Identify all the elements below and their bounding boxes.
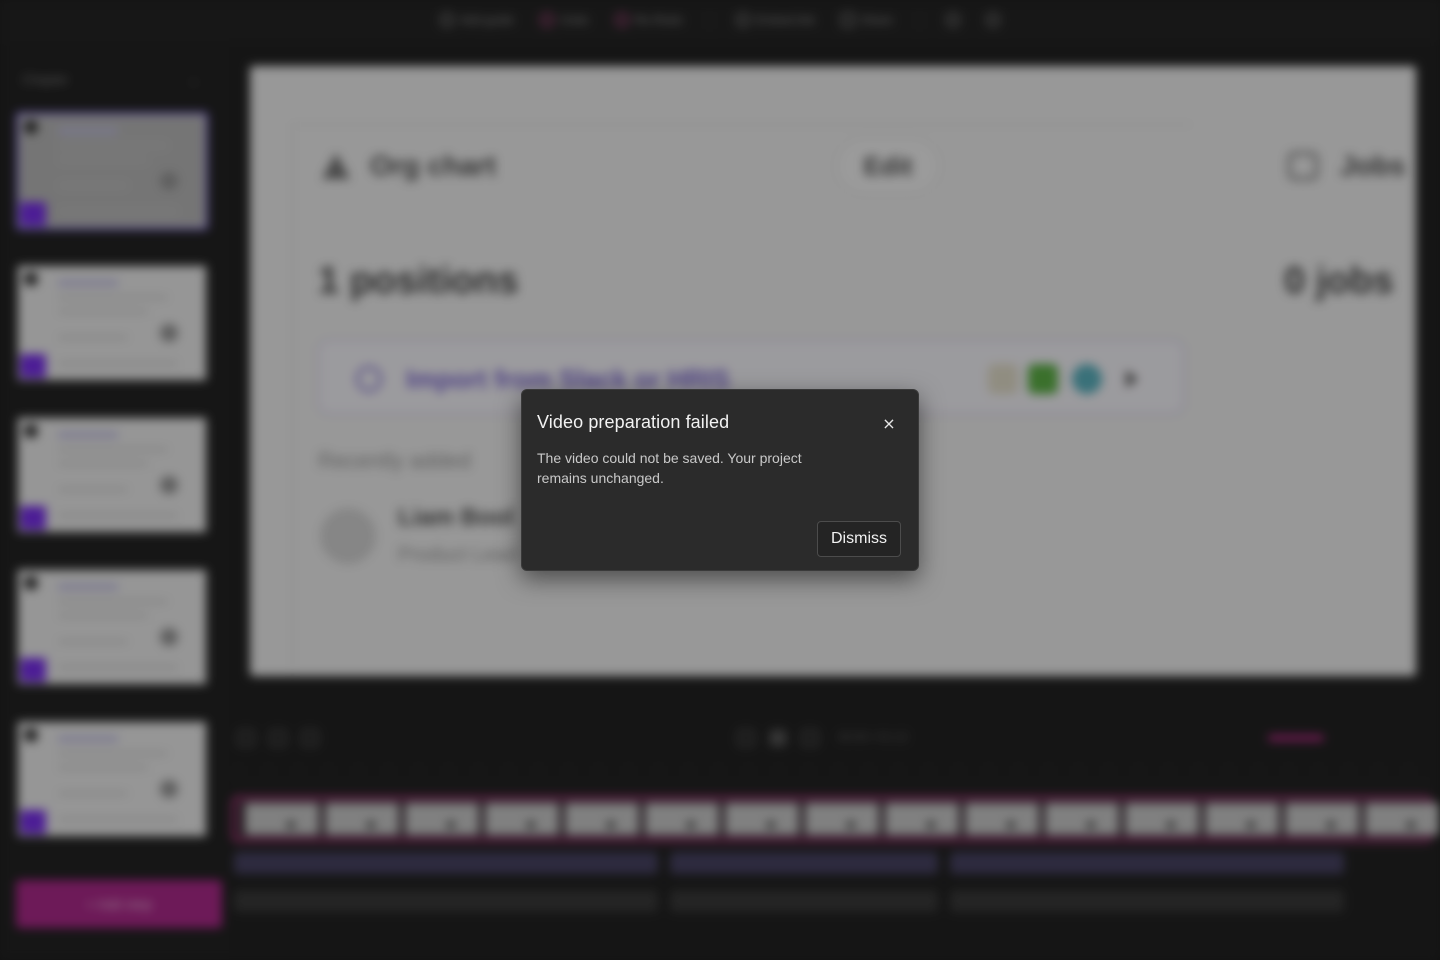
close-icon[interactable]: × <box>878 413 900 435</box>
error-dialog: Video preparation failed × The video cou… <box>521 389 919 571</box>
dialog-message: The video could not be saved. Your proje… <box>537 450 802 486</box>
dialog-title: Video preparation failed <box>537 412 730 432</box>
dismiss-button[interactable]: Dismiss <box>817 521 901 557</box>
